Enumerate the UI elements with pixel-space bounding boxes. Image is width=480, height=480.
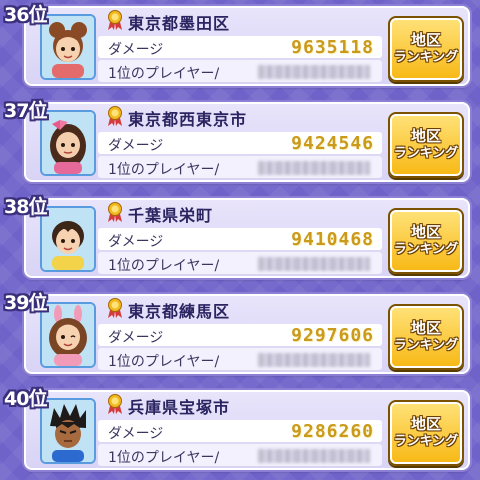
- ranking-row: 37位 東京都西東京市 ダメージ 9424546 1位のプレイヤー/ 地区 ラン…: [0, 96, 480, 184]
- avatar-boy-spiky-icon: [42, 400, 94, 462]
- area-ranking-button-line2: ランキング: [393, 434, 459, 449]
- medal-icon: [108, 298, 122, 318]
- area-ranking-button-line2: ランキング: [393, 50, 459, 65]
- area-ranking-button-line2: ランキング: [393, 146, 459, 161]
- top-player-label: 1位のプレイヤー/: [108, 354, 220, 370]
- area-name: 東京都練馬区: [128, 302, 231, 321]
- damage-label: ダメージ: [108, 426, 164, 442]
- ranking-row: 40位 兵庫県宝塚市 ダメージ 9286260 1位のプレイヤー/ 地区 ランキ…: [0, 384, 480, 472]
- top-player-name-blurred: [258, 353, 370, 367]
- damage-value: 9297606: [291, 325, 374, 346]
- avatar-girl-bow-icon: [42, 112, 94, 174]
- area-ranking-button[interactable]: 地区 ランキング: [388, 400, 464, 466]
- medal-icon: [108, 106, 122, 126]
- top-player-name-blurred: [258, 65, 370, 79]
- avatar-boy-icon: [42, 208, 94, 270]
- ranking-row: 39位 東京都練馬区 ダメージ 9297606 1位のプレイヤー/ 地区 ランキ…: [0, 288, 480, 376]
- area-ranking-button-line2: ランキング: [393, 338, 459, 353]
- damage-value: 9424546: [291, 133, 374, 154]
- top-player-label: 1位のプレイヤー/: [108, 66, 220, 82]
- area-ranking-button-line1: 地区: [410, 31, 441, 49]
- top-player-name-blurred: [258, 257, 370, 271]
- rank-number: 36位: [4, 4, 47, 26]
- rank-number: 40位: [4, 388, 47, 410]
- ranking-row: 36位 東京都墨田区 ダメージ 9635118 1位のプレイヤー/ 地区 ランキ…: [0, 0, 480, 88]
- avatar-girl-bun-icon: [42, 16, 94, 78]
- area-ranking-button-line1: 地区: [410, 127, 441, 145]
- player-avatar[interactable]: [40, 398, 96, 464]
- damage-label: ダメージ: [108, 234, 164, 250]
- player-avatar[interactable]: [40, 206, 96, 272]
- top-player-name-blurred: [258, 161, 370, 175]
- area-ranking-button[interactable]: 地区 ランキング: [388, 112, 464, 178]
- damage-value: 9286260: [291, 421, 374, 442]
- area-ranking-button[interactable]: 地区 ランキング: [388, 304, 464, 370]
- damage-label: ダメージ: [108, 330, 164, 346]
- top-player-name-blurred: [258, 449, 370, 463]
- damage-label: ダメージ: [108, 42, 164, 58]
- damage-label: ダメージ: [108, 138, 164, 154]
- ranking-row: 38位 千葉県栄町 ダメージ 9410468 1位のプレイヤー/ 地区 ランキン…: [0, 192, 480, 280]
- medal-icon: [108, 202, 122, 222]
- damage-value: 9410468: [291, 229, 374, 250]
- area-name: 兵庫県宝塚市: [128, 398, 231, 417]
- area-name: 千葉県栄町: [128, 206, 214, 225]
- player-avatar[interactable]: [40, 302, 96, 368]
- medal-icon: [108, 10, 122, 30]
- rank-number: 39位: [4, 292, 47, 314]
- area-ranking-button[interactable]: 地区 ランキング: [388, 208, 464, 274]
- area-ranking-button-line2: ランキング: [393, 242, 459, 257]
- area-ranking-button-line1: 地区: [410, 415, 441, 433]
- area-name: 東京都西東京市: [128, 110, 248, 129]
- ranking-list[interactable]: 36位 東京都墨田区 ダメージ 9635118 1位のプレイヤー/ 地区 ランキ…: [0, 0, 480, 480]
- player-avatar[interactable]: [40, 14, 96, 80]
- area-ranking-button-line1: 地区: [410, 223, 441, 241]
- player-avatar[interactable]: [40, 110, 96, 176]
- area-ranking-button-line1: 地区: [410, 319, 441, 337]
- top-player-label: 1位のプレイヤー/: [108, 450, 220, 466]
- top-player-label: 1位のプレイヤー/: [108, 258, 220, 274]
- medal-icon: [108, 394, 122, 414]
- top-player-label: 1位のプレイヤー/: [108, 162, 220, 178]
- damage-value: 9635118: [291, 37, 374, 58]
- area-ranking-button[interactable]: 地区 ランキング: [388, 16, 464, 82]
- rank-number: 37位: [4, 100, 47, 122]
- area-name: 東京都墨田区: [128, 14, 231, 33]
- rank-number: 38位: [4, 196, 47, 218]
- avatar-girl-bunny-icon: [42, 304, 94, 366]
